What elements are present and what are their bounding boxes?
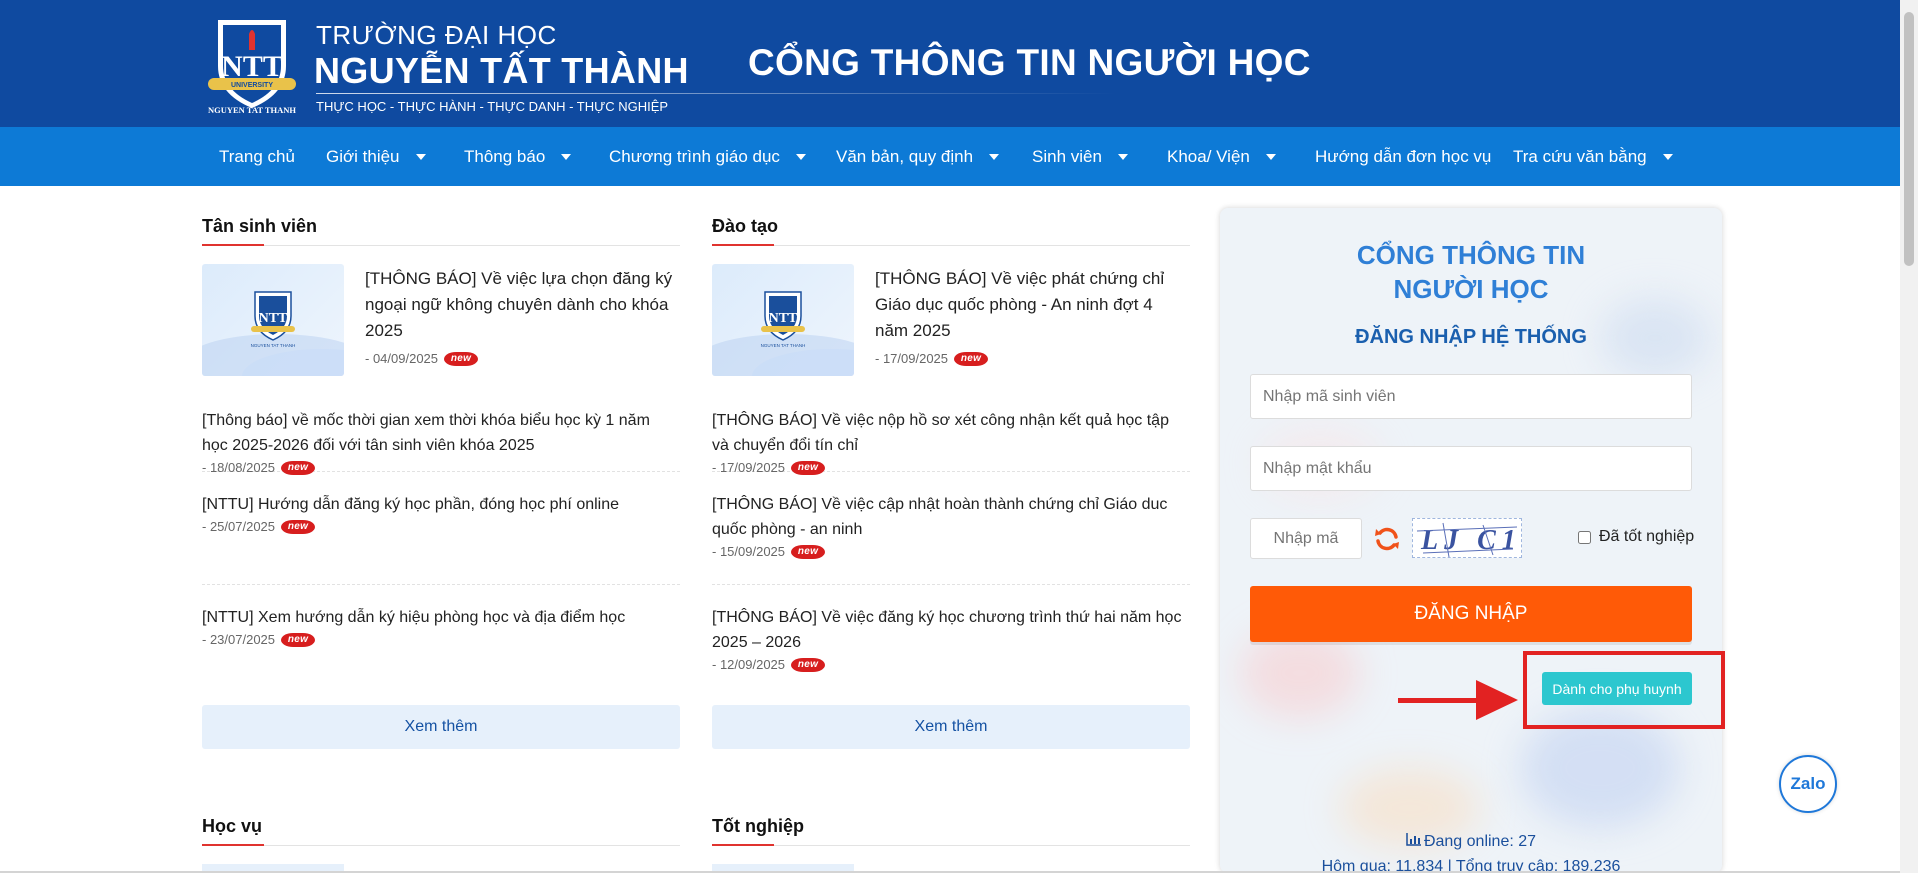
captcha-image: LJ C1 — [1412, 518, 1522, 558]
login-title: CỔNG THÔNG TIN NGƯỜI HỌC — [1356, 240, 1586, 304]
svg-text:UNIVERSITY: UNIVERSITY — [231, 82, 273, 89]
main-nav: Trang chủ Giới thiệu Thông báo Chương tr… — [0, 127, 1900, 186]
news-date: - 18/08/2025 — [202, 460, 276, 475]
new-badge: new — [791, 544, 826, 559]
news-date: - 15/09/2025 — [712, 544, 786, 559]
annotation-highlight-box — [1523, 651, 1725, 729]
section-title: Tốt nghiệp — [712, 812, 1190, 846]
nav-item-announcements[interactable]: Thông báo — [464, 127, 572, 186]
section-academic-affairs: Học vụ — [202, 812, 680, 873]
news-date: - 23/07/2025 — [202, 632, 276, 647]
new-badge: new — [791, 657, 826, 672]
university-name-line1: TRƯỜNG ĐẠI HỌC — [316, 20, 557, 50]
university-name-line2: NGUYỄN TẤT THÀNH — [314, 50, 689, 91]
list-item[interactable]: [Thông báo] về mốc thời gian xem thời kh… — [202, 384, 680, 475]
svg-text:NGUYEN TAT THANH: NGUYEN TAT THANH — [761, 343, 806, 348]
bar-chart-icon — [1406, 832, 1422, 851]
featured-news-title[interactable]: [THÔNG BÁO] Về việc phát chứng chỉ Giáo … — [875, 266, 1190, 344]
news-thumbnail[interactable]: NTT NGUYEN TAT THANH — [202, 264, 344, 376]
vertical-scrollbar[interactable] — [1900, 0, 1918, 873]
nav-item-students[interactable]: Sinh viên — [1032, 127, 1128, 186]
university-slogan: THỰC HỌC - THỰC HÀNH - THỰC DANH - THỰC … — [316, 99, 669, 114]
new-badge: new — [791, 460, 826, 475]
login-subtitle: ĐĂNG NHẬP HỆ THỐNG — [1355, 326, 1587, 348]
chevron-down-icon — [415, 153, 426, 160]
section-new-students: Tân sinh viên NTT NGUYEN TAT THANH [THÔN… — [202, 212, 680, 749]
news-date: - 04/09/2025 — [365, 351, 439, 366]
new-badge: new — [444, 352, 479, 366]
nav-item-regulations[interactable]: Văn bản, quy định — [836, 127, 1000, 186]
list-item[interactable]: [NTTU] Xem hướng dẫn ký hiệu phòng học v… — [202, 585, 680, 705]
student-id-input[interactable] — [1250, 374, 1692, 419]
featured-news[interactable]: NTT NGUYEN TAT THANH [THÔNG BÁO] Về việc… — [712, 246, 1190, 384]
nav-item-diploma-lookup[interactable]: Tra cứu văn bằng — [1513, 127, 1673, 186]
new-badge: new — [281, 519, 316, 534]
svg-text:NTT: NTT — [769, 311, 798, 326]
featured-news[interactable]: NTT NGUYEN TAT THANH [THÔNG BÁO] Về việc… — [202, 246, 680, 384]
captcha-input[interactable] — [1250, 518, 1362, 559]
new-badge: new — [281, 632, 316, 647]
section-title: Học vụ — [202, 812, 680, 846]
list-item[interactable]: [NTTU] Hướng dẫn đăng ký học phần, đóng … — [202, 472, 680, 585]
new-badge: new — [281, 460, 316, 475]
news-date: - 25/07/2025 — [202, 519, 276, 534]
login-panel: CỔNG THÔNG TIN NGƯỜI HỌC ĐĂNG NHẬP HỆ TH… — [1220, 208, 1722, 873]
graduated-label: Đã tốt nghiệp — [1599, 528, 1695, 545]
chevron-down-icon — [561, 153, 572, 160]
news-date: - 17/09/2025 — [875, 351, 949, 366]
scrollbar-thumb[interactable] — [1904, 12, 1914, 266]
portal-title: CỔNG THÔNG TIN NGƯỜI HỌC — [748, 42, 1311, 83]
nav-item-curriculum[interactable]: Chương trình giáo dục — [609, 127, 806, 186]
nav-item-academic-guide[interactable]: Hướng dẫn đơn học vụ — [1315, 127, 1491, 186]
new-badge: new — [954, 352, 989, 366]
news-title[interactable]: [THÔNG BÁO] Về việc cập nhật hoàn thành … — [712, 492, 1190, 542]
news-date: - 12/09/2025 — [712, 657, 786, 672]
section-title: Đào tạo — [712, 212, 1190, 246]
list-item[interactable]: [THÔNG BÁO] Về việc cập nhật hoàn thành … — [712, 472, 1190, 585]
nav-item-faculties[interactable]: Khoa/ Viện — [1167, 127, 1276, 186]
news-title[interactable]: [NTTU] Hướng dẫn đăng ký học phần, đóng … — [202, 492, 680, 517]
site-header: NTT UNIVERSITY NGUYEN TAT THANH TRƯỜNG Đ… — [0, 0, 1900, 127]
list-item[interactable]: [THÔNG BÁO] Về việc đăng ký học chương t… — [712, 585, 1190, 705]
chevron-down-icon — [1117, 153, 1128, 160]
zalo-chat-button[interactable]: Zalo — [1779, 755, 1837, 813]
chevron-down-icon — [989, 153, 1000, 160]
chevron-down-icon — [1265, 153, 1276, 160]
section-graduation: Tốt nghiệp — [712, 812, 1190, 873]
news-title[interactable]: [NTTU] Xem hướng dẫn ký hiệu phòng học v… — [202, 605, 680, 630]
header-divider — [316, 93, 1116, 94]
university-logo[interactable]: NTT UNIVERSITY NGUYEN TAT THANH — [200, 16, 304, 116]
svg-text:NGUYEN TAT THANH: NGUYEN TAT THANH — [251, 343, 296, 348]
svg-text:NTT: NTT — [259, 311, 288, 326]
nav-item-home[interactable]: Trang chủ — [219, 127, 295, 186]
online-counter: Đang online: 27 — [1220, 832, 1722, 851]
annotation-arrow-icon — [1398, 680, 1518, 720]
nav-item-about[interactable]: Giới thiệu — [326, 127, 426, 186]
svg-text:NGUYEN TAT THANH: NGUYEN TAT THANH — [208, 105, 296, 115]
news-title[interactable]: [THÔNG BÁO] Về việc đăng ký học chương t… — [712, 605, 1190, 655]
chevron-down-icon — [795, 153, 806, 160]
news-title[interactable]: [THÔNG BÁO] Về việc nộp hồ sơ xét công n… — [712, 408, 1190, 458]
graduated-checkbox[interactable]: Đã tốt nghiệp — [1578, 528, 1694, 546]
see-more-button[interactable]: Xem thêm — [202, 705, 680, 749]
section-training: Đào tạo NTT NGUYEN TAT THANH [THÔNG BÁO]… — [712, 212, 1190, 749]
login-button[interactable]: ĐĂNG NHẬP — [1250, 586, 1692, 642]
password-input[interactable] — [1250, 446, 1692, 491]
section-title: Tân sinh viên — [202, 212, 680, 246]
see-more-button[interactable]: Xem thêm — [712, 705, 1190, 749]
graduated-checkbox-input[interactable] — [1578, 530, 1591, 544]
chevron-down-icon — [1662, 153, 1673, 160]
news-title[interactable]: [Thông báo] về mốc thời gian xem thời kh… — [202, 408, 680, 458]
news-thumbnail[interactable]: NTT NGUYEN TAT THANH — [712, 264, 854, 376]
list-item[interactable]: [THÔNG BÁO] Về việc nộp hồ sơ xét công n… — [712, 384, 1190, 475]
news-date: - 17/09/2025 — [712, 460, 786, 475]
refresh-icon[interactable] — [1372, 524, 1402, 554]
featured-news-title[interactable]: [THÔNG BÁO] Về việc lựa chọn đăng ký ngo… — [365, 266, 680, 344]
